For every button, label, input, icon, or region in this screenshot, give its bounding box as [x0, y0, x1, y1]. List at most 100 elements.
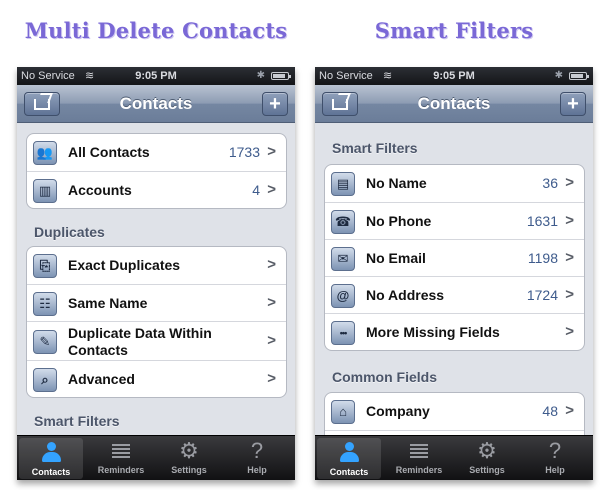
row-duplicate-data[interactable]: ✎ Duplicate Data Within Contacts >: [27, 321, 286, 360]
left-content[interactable]: 👥 All Contacts 1733 > ▥ Accounts 4 > Dup…: [17, 124, 295, 435]
row-count: 4: [252, 182, 260, 198]
chevron-right-icon: >: [565, 174, 574, 191]
tab-label: Help: [247, 465, 267, 475]
tab-reminders[interactable]: Reminders: [387, 436, 451, 480]
gear-icon: ⚙: [477, 438, 497, 463]
tab-help[interactable]: ? Help: [225, 436, 289, 480]
battery-icon: [569, 72, 589, 80]
right-phone-screen: No Service ≋ 9:05 PM ✱ Contacts + Smart …: [315, 67, 593, 480]
same-name-icon: ☷: [33, 292, 57, 316]
right-content[interactable]: Smart Filters ▤ No Name 36 > ☎ No Phone …: [315, 124, 593, 435]
list-icon: [89, 436, 153, 464]
right-caption: Smart Filters: [374, 18, 534, 43]
at-sign-icon: @: [331, 284, 355, 308]
tab-reminders[interactable]: Reminders: [89, 436, 153, 480]
navigation-bar: Contacts +: [17, 85, 295, 123]
contacts-icon: 👥: [33, 141, 57, 165]
row-no-name[interactable]: ▤ No Name 36 >: [325, 165, 584, 202]
tab-contacts[interactable]: Contacts: [19, 438, 83, 479]
bluetooth-icon: ✱: [256, 70, 265, 81]
chevron-right-icon: >: [565, 249, 574, 266]
left-phone-screen: No Service ≋ 9:05 PM ✱ Contacts + 👥 All …: [17, 67, 295, 480]
exact-duplicates-icon: ⎘: [33, 254, 57, 278]
magnifier-icon: ⌕: [33, 368, 57, 392]
section-header-smart-filters: Smart Filters: [332, 140, 418, 156]
clock: 9:05 PM: [433, 70, 475, 82]
duplicates-group: ⎘ Exact Duplicates > ☷ Same Name > ✎ Dup…: [26, 246, 287, 398]
row-exact-duplicates[interactable]: ⎘ Exact Duplicates >: [27, 247, 286, 284]
tab-bar: Contacts Reminders ⚙ Settings ? Help: [315, 435, 593, 480]
tab-contacts[interactable]: Contacts: [317, 438, 381, 479]
row-count: 36: [542, 175, 558, 191]
row-label: Company: [366, 403, 430, 419]
company-icon: ⌂: [331, 400, 355, 424]
add-button[interactable]: +: [560, 92, 586, 116]
list-icon: [387, 436, 451, 464]
chevron-right-icon: >: [565, 286, 574, 303]
battery-icon: [271, 72, 291, 80]
question-icon: ?: [548, 438, 562, 463]
tab-settings[interactable]: ⚙ Settings: [455, 436, 519, 480]
tab-help[interactable]: ? Help: [523, 436, 587, 480]
row-accounts[interactable]: ▥ Accounts 4 >: [27, 171, 286, 208]
tab-label: Contacts: [31, 467, 71, 477]
row-same-name[interactable]: ☷ Same Name >: [27, 284, 286, 321]
smart-filters-group: ▤ No Name 36 > ☎ No Phone 1631 > ✉ No Em…: [324, 164, 585, 351]
row-label: Duplicate Data Within Contacts: [68, 325, 212, 358]
section-header-duplicates: Duplicates: [34, 224, 105, 240]
accounts-icon: ▥: [33, 179, 57, 203]
gear-icon: ⚙: [179, 438, 199, 463]
row-label: No Phone: [366, 213, 432, 229]
row-count: 1198: [527, 250, 558, 266]
row-label: No Name: [366, 175, 427, 191]
question-icon: ?: [250, 438, 264, 463]
row-no-email[interactable]: ✉ No Email 1198 >: [325, 239, 584, 276]
section-header-smart-filters: Smart Filters: [34, 413, 120, 429]
chevron-right-icon: >: [267, 181, 276, 198]
tab-label: Settings: [171, 465, 207, 475]
row-no-phone[interactable]: ☎ No Phone 1631 >: [325, 202, 584, 239]
row-label: More Missing Fields: [366, 324, 500, 340]
more-icon: •••: [331, 321, 355, 345]
row-more-missing-fields[interactable]: ••• More Missing Fields >: [325, 313, 584, 350]
chevron-right-icon: >: [267, 294, 276, 311]
row-no-address[interactable]: @ No Address 1724 >: [325, 276, 584, 313]
add-button[interactable]: +: [262, 92, 288, 116]
nav-title: Contacts: [119, 94, 193, 113]
row-advanced[interactable]: ⌕ Advanced >: [27, 360, 286, 397]
bluetooth-icon: ✱: [554, 70, 563, 81]
clock: 9:05 PM: [135, 70, 177, 82]
chevron-right-icon: >: [565, 212, 574, 229]
contacts-group: 👥 All Contacts 1733 > ▥ Accounts 4 >: [26, 133, 287, 209]
tab-label: Settings: [469, 465, 505, 475]
chevron-right-icon: >: [267, 143, 276, 160]
chevron-right-icon: >: [267, 256, 276, 273]
section-header-common-fields: Common Fields: [332, 369, 438, 385]
tab-settings[interactable]: ⚙ Settings: [157, 436, 221, 480]
row-label: Accounts: [68, 182, 132, 198]
phone-icon: ☎: [331, 210, 355, 234]
status-bar: No Service ≋ 9:05 PM ✱: [315, 67, 593, 85]
row-count: 48: [542, 403, 558, 419]
row-label: Advanced: [68, 371, 135, 387]
left-caption: Multi Delete Contacts: [24, 18, 288, 43]
left-panel: Multi Delete Contacts No Service ≋ 9:05 …: [17, 0, 295, 490]
duplicate-data-icon: ✎: [33, 330, 57, 354]
row-count: 1631: [526, 213, 558, 229]
tab-label: Reminders: [97, 465, 145, 475]
row-count: 1733: [228, 144, 260, 160]
person-icon: [317, 438, 381, 466]
tab-label: Contacts: [329, 467, 369, 477]
tab-label: Help: [545, 465, 565, 475]
id-card-icon: ▤: [331, 172, 355, 196]
row-all-contacts[interactable]: 👥 All Contacts 1733 >: [27, 134, 286, 171]
tab-label: Reminders: [395, 465, 443, 475]
envelope-icon: ✉: [331, 247, 355, 271]
row-company[interactable]: ⌂ Company 48 >: [325, 393, 584, 430]
right-panel: Smart Filters No Service ≋ 9:05 PM ✱ Con…: [315, 0, 593, 490]
nav-title: Contacts: [417, 94, 491, 113]
row-label: All Contacts: [68, 144, 150, 160]
common-fields-group: ⌂ Company 48 >: [324, 392, 585, 435]
chevron-right-icon: >: [565, 323, 574, 340]
chevron-right-icon: >: [267, 370, 276, 387]
